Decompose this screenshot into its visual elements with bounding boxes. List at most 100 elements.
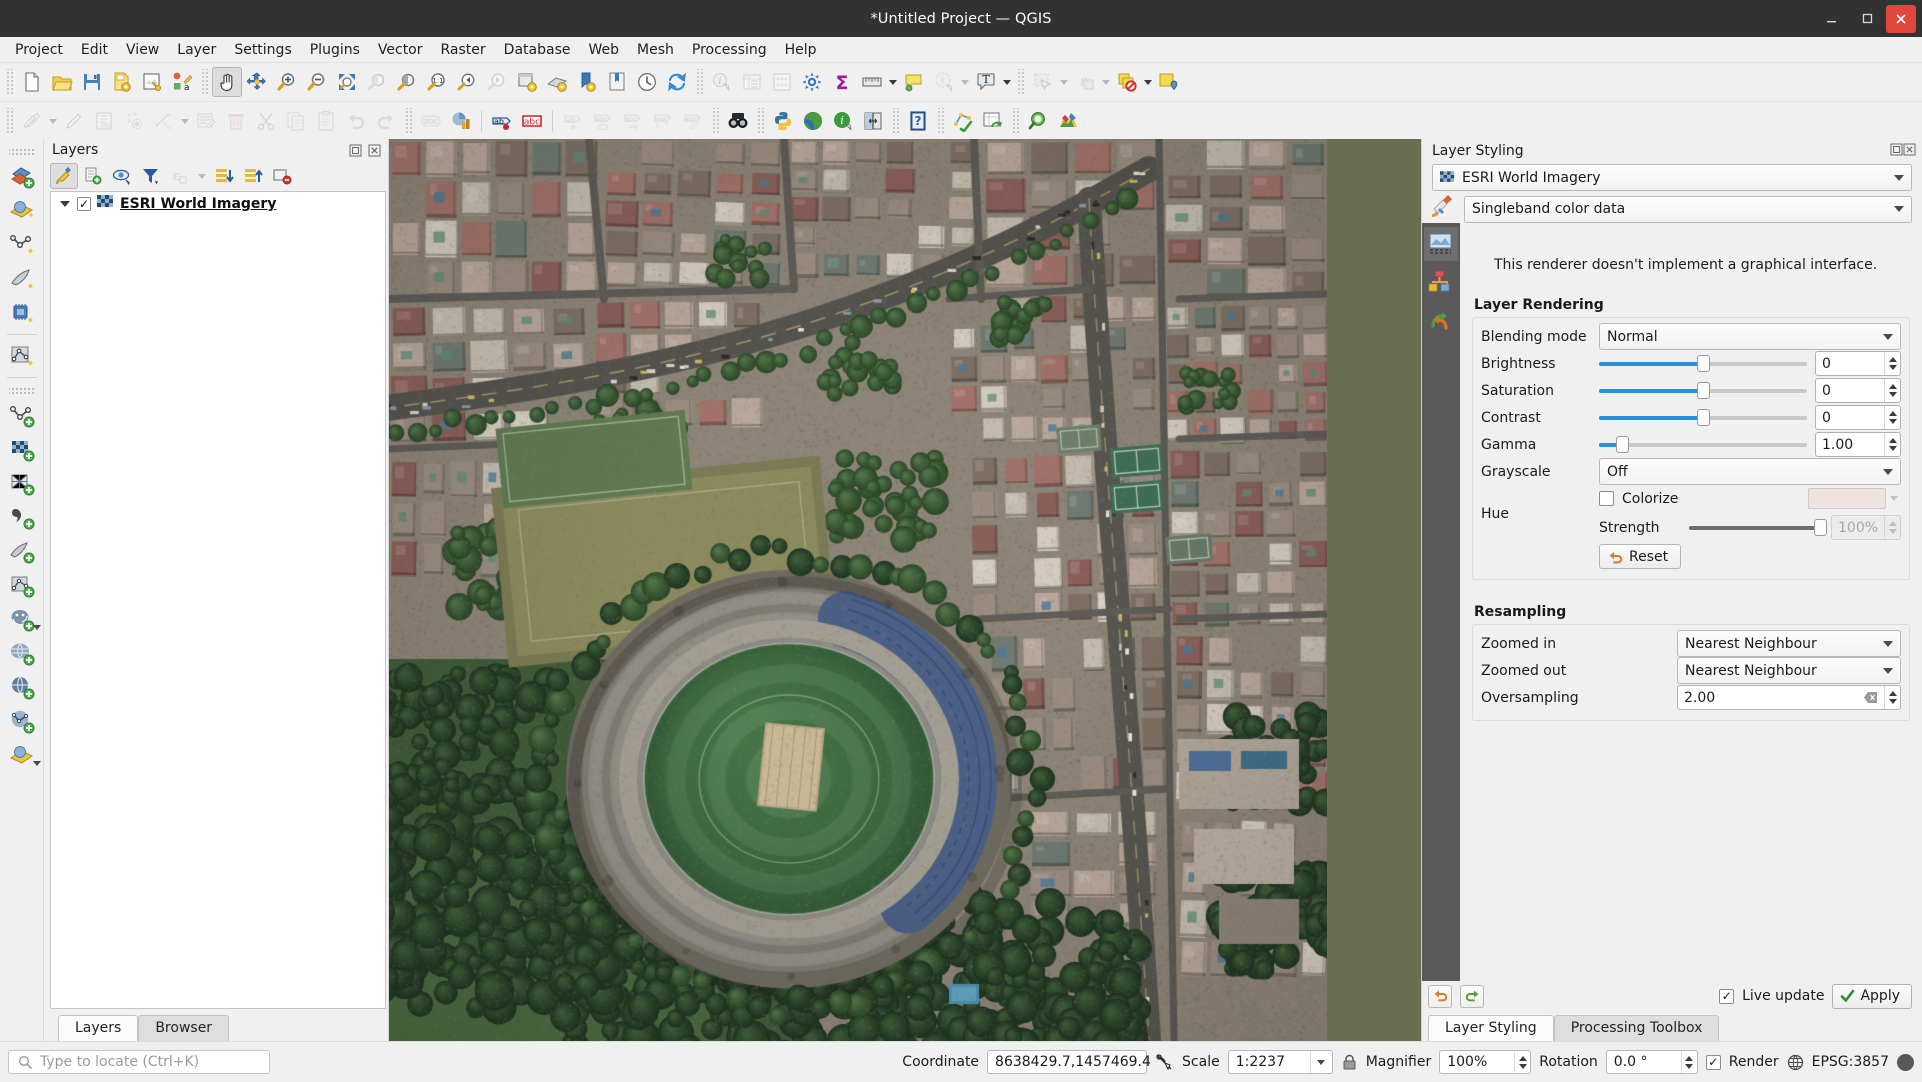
contrast-slider[interactable]	[1599, 405, 1807, 430]
menu-edit[interactable]: Edit	[72, 39, 117, 61]
menu-mesh[interactable]: Mesh	[628, 39, 683, 61]
add-feature-icon[interactable]	[119, 106, 149, 136]
crs-globe-icon[interactable]	[1787, 1054, 1804, 1071]
save-project-as-icon[interactable]	[107, 67, 137, 97]
new-annotation-layer-icon[interactable]	[1154, 67, 1184, 97]
colorize-color-button[interactable]	[1808, 488, 1886, 509]
clear-value-icon[interactable]	[1863, 691, 1878, 704]
renderer-combo[interactable]: Singleband color data	[1464, 195, 1912, 223]
label-properties-icon[interactable]: abc	[678, 106, 708, 136]
openlayers-icon[interactable]	[798, 106, 828, 136]
highlight-pinned-labels-icon[interactable]: abc	[648, 106, 678, 136]
filter-legend-icon[interactable]	[137, 163, 165, 189]
chevron-down-icon[interactable]	[1883, 468, 1893, 475]
contrast-spinbox[interactable]: 0	[1815, 405, 1901, 430]
zoom-native-icon[interactable]: 1:1	[422, 67, 452, 97]
crs-label[interactable]: EPSG:3857	[1812, 1054, 1889, 1070]
tab-browser[interactable]: Browser	[138, 1015, 230, 1041]
toolbar-grip[interactable]	[695, 69, 704, 95]
text-annotation-icon[interactable]: T	[971, 67, 1001, 97]
lock-scale-icon[interactable]	[1341, 1054, 1358, 1071]
expand-all-icon[interactable]	[210, 163, 238, 189]
gamma-spinbox[interactable]: 1.00	[1815, 432, 1901, 457]
save-project-icon[interactable]	[77, 67, 107, 97]
zoomed-out-combo[interactable]: Nearest Neighbour	[1677, 657, 1901, 684]
undo-icon[interactable]	[1428, 984, 1452, 1008]
open-layer-styling-panel-icon[interactable]	[50, 163, 78, 189]
expression-dropdown-caret[interactable]	[1100, 67, 1112, 97]
temporal-controller-icon[interactable]	[632, 67, 662, 97]
select-features-icon[interactable]	[1028, 67, 1058, 97]
tab-processing-toolbox[interactable]: Processing Toolbox	[1553, 1015, 1720, 1041]
vertex-tool-caret[interactable]	[179, 106, 191, 136]
annotation-dropdown-caret[interactable]	[1001, 67, 1013, 97]
toggle-editing-icon[interactable]	[59, 106, 89, 136]
rotate-label-icon[interactable]: abc	[588, 106, 618, 136]
add-wms-layer-icon[interactable]	[4, 637, 40, 671]
manage-map-themes-icon[interactable]	[108, 163, 136, 189]
histogram-icon[interactable]	[1424, 303, 1458, 337]
new-bookmark-icon[interactable]	[602, 67, 632, 97]
chevron-down-icon[interactable]	[1309, 1051, 1332, 1073]
apply-button[interactable]: Apply	[1832, 983, 1912, 1009]
new-memory-layer-icon[interactable]	[4, 296, 40, 330]
tab-layer-styling[interactable]: Layer Styling	[1428, 1015, 1554, 1041]
float-panel-icon[interactable]	[1890, 143, 1903, 160]
metasearch-icon[interactable]	[723, 106, 753, 136]
expand-twisty-icon[interactable]	[59, 198, 71, 210]
python-console-icon[interactable]	[768, 106, 798, 136]
menu-settings[interactable]: Settings	[225, 39, 300, 61]
add-postgis-layer-icon[interactable]	[4, 603, 41, 637]
help-icon[interactable]: ?	[903, 106, 933, 136]
topology-checker-icon[interactable]	[948, 106, 978, 136]
magnifier-spinbox[interactable]: 100%	[1439, 1050, 1532, 1074]
measure-dropdown-caret[interactable]	[887, 67, 899, 97]
oversampling-spinbox[interactable]: 2.00	[1677, 685, 1901, 710]
tab-layers[interactable]: Layers	[58, 1015, 139, 1041]
xyz-dropdown-caret[interactable]	[32, 761, 41, 766]
delete-selected-icon[interactable]	[221, 106, 251, 136]
zoom-out-icon[interactable]	[302, 67, 332, 97]
search-layers-icon[interactable]	[1023, 106, 1053, 136]
map-tips-icon[interactable]	[899, 67, 929, 97]
blending-mode-combo[interactable]: Normal	[1599, 323, 1901, 350]
live-update-checkbox[interactable]: ✓	[1719, 988, 1735, 1004]
add-spatialite-layer-icon[interactable]	[4, 535, 40, 569]
redo-icon[interactable]	[371, 106, 401, 136]
scale-combo[interactable]: 1:2237	[1227, 1050, 1333, 1074]
add-wfs-layer-icon[interactable]	[4, 671, 40, 705]
symbology-icon[interactable]	[1424, 227, 1458, 261]
add-delimited-text-layer-icon[interactable]	[4, 501, 40, 535]
zoomed-in-combo[interactable]: Nearest Neighbour	[1677, 630, 1901, 657]
toolbar-grip[interactable]	[1011, 108, 1020, 134]
select-dropdown-caret[interactable]	[1058, 67, 1070, 97]
coordinate-field[interactable]: 8638429.7,1457469.4	[987, 1050, 1151, 1074]
map-canvas-surface[interactable]	[389, 139, 1327, 1041]
new-map-view-icon[interactable]	[512, 67, 542, 97]
chevron-down-icon[interactable]	[1894, 174, 1904, 181]
render-checkbox[interactable]: ✓	[1705, 1054, 1721, 1070]
maximize-button[interactable]	[1850, 4, 1884, 34]
toolbar-grip[interactable]	[756, 108, 765, 134]
add-raster-layer-icon[interactable]	[4, 433, 40, 467]
transparency-icon[interactable]	[1424, 265, 1458, 299]
redo-icon[interactable]	[1460, 984, 1484, 1008]
toolbar-grip[interactable]	[1016, 69, 1025, 95]
add-vector-layer-icon[interactable]	[4, 399, 40, 433]
add-group-icon[interactable]	[79, 163, 107, 189]
brightness-slider[interactable]	[1599, 351, 1807, 376]
open-project-icon[interactable]	[47, 67, 77, 97]
new-print-layout-icon[interactable]	[137, 67, 167, 97]
deselect-dropdown-caret[interactable]	[1142, 67, 1154, 97]
field-calculator-icon[interactable]	[767, 67, 797, 97]
reset-button[interactable]: Reset	[1599, 544, 1682, 569]
toolbar-grip[interactable]	[5, 108, 14, 134]
new-mesh-layer-icon[interactable]	[4, 339, 40, 373]
menu-layer[interactable]: Layer	[168, 39, 225, 61]
layer-diagram-icon[interactable]	[446, 106, 476, 136]
new-3d-map-view-icon[interactable]	[542, 67, 572, 97]
locator-bar[interactable]: Type to locate (Ctrl+K)	[8, 1050, 270, 1074]
toolbar-grip[interactable]	[936, 108, 945, 134]
saturation-slider[interactable]	[1599, 378, 1807, 403]
close-panel-icon[interactable]	[366, 142, 382, 158]
